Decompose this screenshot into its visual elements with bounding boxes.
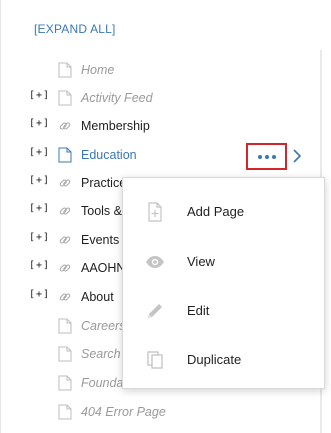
tree-item-label: About (81, 290, 114, 304)
expand-toggle[interactable]: [+] (29, 232, 50, 243)
add-page-icon (148, 202, 162, 222)
menu-item-edit[interactable]: Edit (123, 287, 324, 335)
tree-item-home[interactable]: Home (1, 58, 321, 82)
tree-item-activity-feed[interactable]: [+] Activity Feed (1, 86, 321, 110)
tree-item-label: 404 Error Page (81, 405, 166, 419)
tree-item-label: AAOHN (81, 261, 126, 275)
page-icon (58, 90, 72, 106)
menu-item-duplicate[interactable]: Duplicate (123, 336, 324, 384)
page-icon (58, 318, 72, 334)
link-icon (59, 179, 71, 187)
page-icon (58, 62, 72, 78)
menu-item-label: Duplicate (187, 352, 242, 367)
tree-item-label: Search (81, 347, 121, 361)
menu-item-view[interactable]: View (123, 238, 324, 286)
ellipsis-icon (257, 154, 276, 159)
expand-toggle[interactable]: [+] (29, 175, 50, 186)
link-icon (59, 293, 71, 301)
link-icon (59, 236, 71, 244)
tree-item-label: Tools & (81, 204, 122, 218)
page-icon (58, 404, 72, 420)
page-icon (58, 375, 72, 391)
menu-item-label: Add Page (187, 204, 245, 219)
tree-item-404-error-page[interactable]: 404 Error Page (1, 400, 321, 424)
tree-item-label: Founda (81, 376, 124, 390)
tree-item-membership[interactable]: [+] Membership (1, 114, 321, 138)
link-icon (59, 264, 71, 272)
menu-item-add-page[interactable]: Add Page (123, 188, 324, 236)
link-icon (59, 122, 71, 130)
site-tree-panel: [EXPAND ALL] Home [+] Activity Feed [+] … (0, 0, 331, 433)
pencil-icon (148, 304, 162, 318)
duplicate-icon (147, 351, 163, 369)
tree-item-label: Events (81, 233, 120, 247)
expand-toggle[interactable]: [+] (29, 147, 50, 158)
eye-icon (146, 256, 164, 268)
chevron-right-icon[interactable] (291, 148, 303, 164)
menu-item-label: Edit (187, 303, 210, 318)
expand-toggle[interactable]: [+] (29, 289, 50, 300)
expand-all-link[interactable]: [EXPAND ALL] (34, 22, 116, 36)
page-icon (58, 346, 72, 362)
tree-item-label: Activity Feed (81, 91, 153, 105)
menu-item-label: View (187, 254, 215, 269)
context-menu: Add Page View Edit Duplicate (122, 177, 325, 389)
page-icon (58, 147, 72, 163)
tree-item-label: Home (81, 63, 115, 77)
expand-toggle[interactable]: [+] (29, 260, 50, 271)
expand-toggle[interactable]: [+] (29, 118, 50, 129)
more-actions-button[interactable] (246, 143, 287, 170)
tree-item-label: Practice (81, 176, 127, 190)
expand-toggle[interactable]: [+] (29, 203, 50, 214)
link-icon (59, 207, 71, 215)
tree-item-label: Careers (81, 319, 126, 333)
tree-item-label: Education (81, 148, 137, 162)
tree-item-label: Membership (81, 119, 150, 133)
expand-toggle[interactable]: [+] (29, 90, 50, 101)
